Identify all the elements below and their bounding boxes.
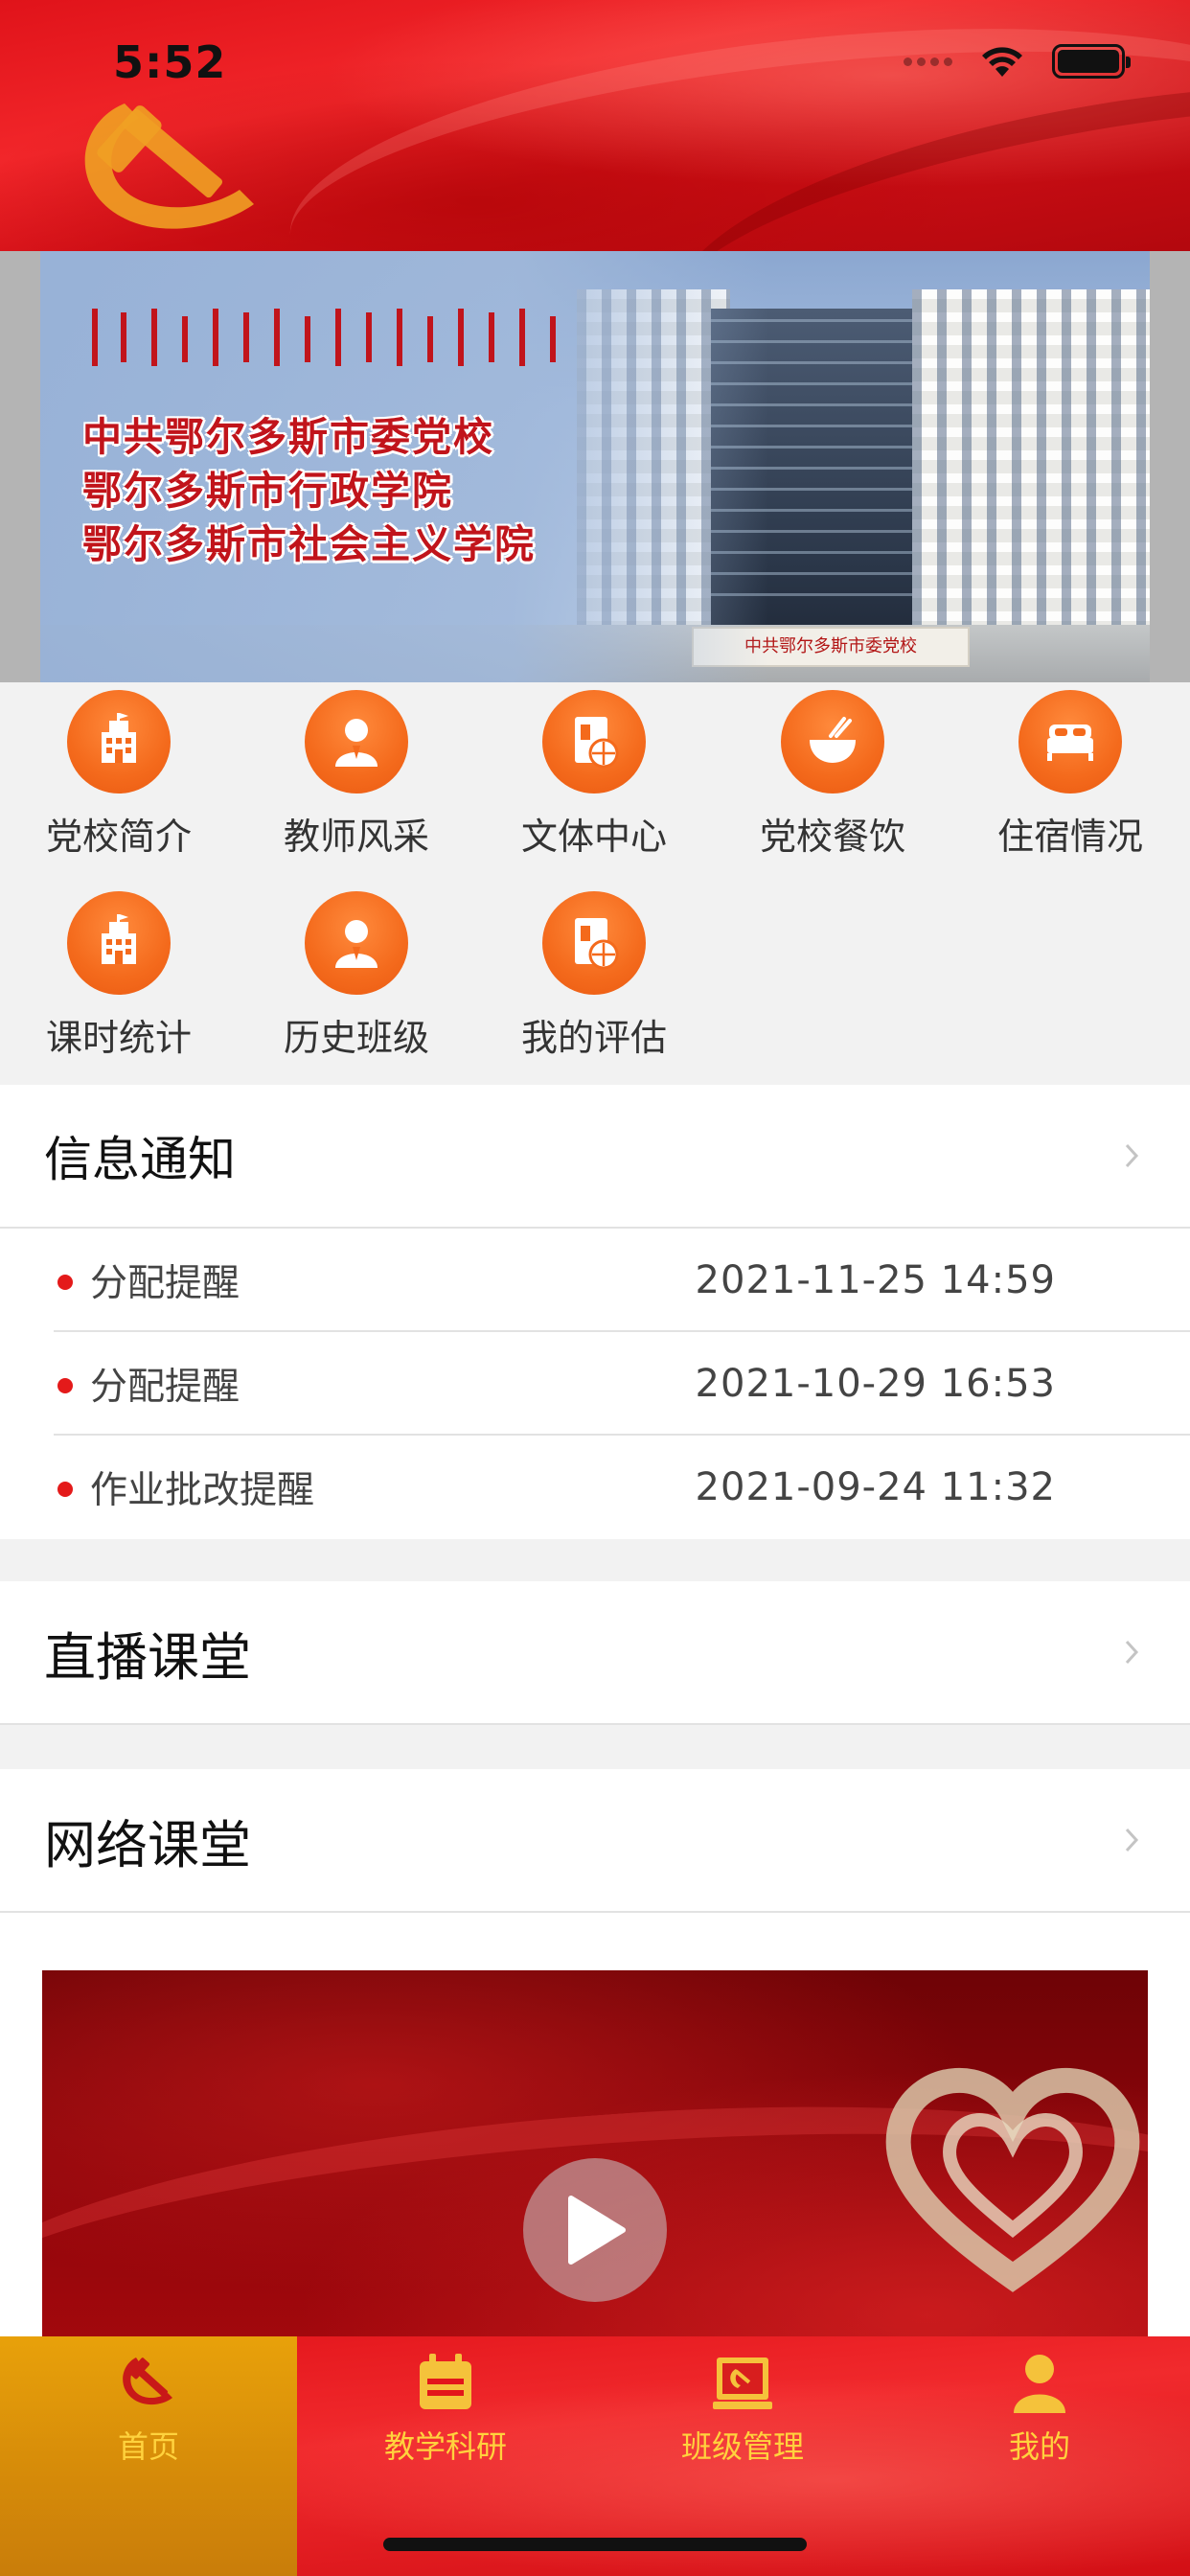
menu-label: 历史班级 [283, 1017, 429, 1059]
status-time: 5:52 [113, 36, 227, 88]
home-indicator[interactable] [383, 2538, 807, 2551]
menu-label: 党校简介 [45, 816, 192, 858]
online-class-row[interactable]: 网络课堂 [0, 1769, 1190, 1913]
menu-item-accommodation[interactable]: 住宿情况 [951, 690, 1189, 882]
bed-icon [1018, 690, 1122, 794]
feature-menu-grid: 党校简介 教师风采 文体中心 党校餐饮 住宿情况 课时统计 历史班级 我的评估 [0, 682, 1190, 1085]
play-icon [568, 2196, 626, 2265]
menu-label: 住宿情况 [996, 816, 1143, 858]
hammer-sickle-emblem-icon [84, 104, 254, 229]
unread-dot [57, 1378, 73, 1393]
school-building-icon [67, 891, 171, 995]
menu-item-class-hours[interactable]: 课时统计 [0, 891, 238, 1083]
banner-line-1: 中共鄂尔多斯市委党校 [82, 414, 494, 460]
menu-item-sports-center[interactable]: 文体中心 [475, 690, 713, 882]
menu-item-my-evaluation[interactable]: 我的评估 [475, 891, 713, 1083]
sports-book-icon [542, 891, 646, 995]
notice-item[interactable]: 分配提醒 2021-10-29 16:53 [0, 1332, 1190, 1436]
calendar-icon [420, 2354, 471, 2409]
hammer-sickle-icon [123, 2358, 172, 2405]
chevron-right-icon [1125, 1640, 1139, 1665]
school-building-icon [67, 690, 171, 794]
banner-line-2: 鄂尔多斯市行政学院 [82, 468, 453, 514]
notices-title: 信息通知 [44, 1132, 236, 1187]
dining-bowl-icon [781, 690, 884, 794]
tab-label: 教学科研 [383, 2428, 507, 2465]
banner-image[interactable]: 中共鄂尔多斯市委党校 中共鄂尔多斯市委党校 鄂尔多斯市行政学院 鄂尔多斯市社会主… [40, 251, 1150, 682]
teacher-person-icon [305, 690, 408, 794]
chevron-right-icon [1125, 1828, 1139, 1852]
live-class-title: 直播课堂 [44, 1626, 251, 1688]
unread-dot [57, 1482, 73, 1497]
notice-title: 作业批改提醒 [90, 1469, 315, 1512]
menu-label: 党校餐饮 [759, 816, 905, 858]
teacher-person-icon [305, 891, 408, 995]
menu-label: 教师风采 [283, 816, 429, 858]
user-icon [1014, 2355, 1065, 2413]
tab-mine[interactable]: 我的 [891, 2336, 1188, 2471]
tab-label: 班级管理 [680, 2428, 804, 2465]
party-flag-icon [713, 2358, 772, 2409]
notice-time: 2021-09-24 11:32 [695, 1465, 1056, 1509]
menu-label: 课时统计 [45, 1017, 192, 1059]
heart-decoration-icon [885, 2068, 1140, 2292]
tab-label: 首页 [117, 2428, 179, 2465]
menu-item-teacher-style[interactable]: 教师风采 [238, 690, 475, 882]
banner-carousel[interactable]: 中共鄂尔多斯市委党校 中共鄂尔多斯市委党校 鄂尔多斯市行政学院 鄂尔多斯市社会主… [0, 251, 1190, 682]
video-player[interactable] [42, 1970, 1148, 2354]
cellular-signal-icon [904, 57, 952, 66]
notices-section: 信息通知 分配提醒 2021-11-25 14:59 分配提醒 2021-10-… [0, 1085, 1190, 1539]
tab-class-management[interactable]: 班级管理 [594, 2336, 891, 2471]
notice-title: 分配提醒 [90, 1262, 240, 1305]
notices-header[interactable]: 信息通知 [0, 1085, 1190, 1229]
notice-title: 分配提醒 [90, 1366, 240, 1409]
menu-label: 文体中心 [520, 816, 667, 858]
notice-item[interactable]: 分配提醒 2021-11-25 14:59 [0, 1229, 1190, 1332]
notice-time: 2021-10-29 16:53 [695, 1362, 1056, 1406]
menu-item-canteen[interactable]: 党校餐饮 [714, 690, 951, 882]
banner-line-3: 鄂尔多斯市社会主义学院 [82, 521, 536, 567]
chevron-right-icon [1125, 1143, 1139, 1168]
header-banner: 5:52 [0, 0, 1190, 251]
menu-item-history-classes[interactable]: 历史班级 [238, 891, 475, 1083]
wifi-icon [982, 47, 1022, 77]
unread-dot [57, 1275, 73, 1290]
mongolian-script-decoration [92, 309, 556, 366]
sports-book-icon [542, 690, 646, 794]
battery-icon [1052, 44, 1131, 79]
status-indicators [904, 44, 1131, 79]
notice-item[interactable]: 作业批改提醒 2021-09-24 11:32 [0, 1436, 1190, 1539]
tab-home[interactable]: 首页 [0, 2336, 297, 2576]
play-button[interactable] [523, 2158, 667, 2302]
menu-item-school-intro[interactable]: 党校简介 [0, 690, 238, 882]
tab-teaching-research[interactable]: 教学科研 [297, 2336, 594, 2471]
menu-label: 我的评估 [520, 1017, 667, 1059]
tab-label: 我的 [1008, 2428, 1070, 2465]
live-class-row[interactable]: 直播课堂 [0, 1581, 1190, 1725]
notice-time: 2021-11-25 14:59 [695, 1258, 1056, 1302]
online-class-title: 网络课堂 [44, 1814, 251, 1875]
